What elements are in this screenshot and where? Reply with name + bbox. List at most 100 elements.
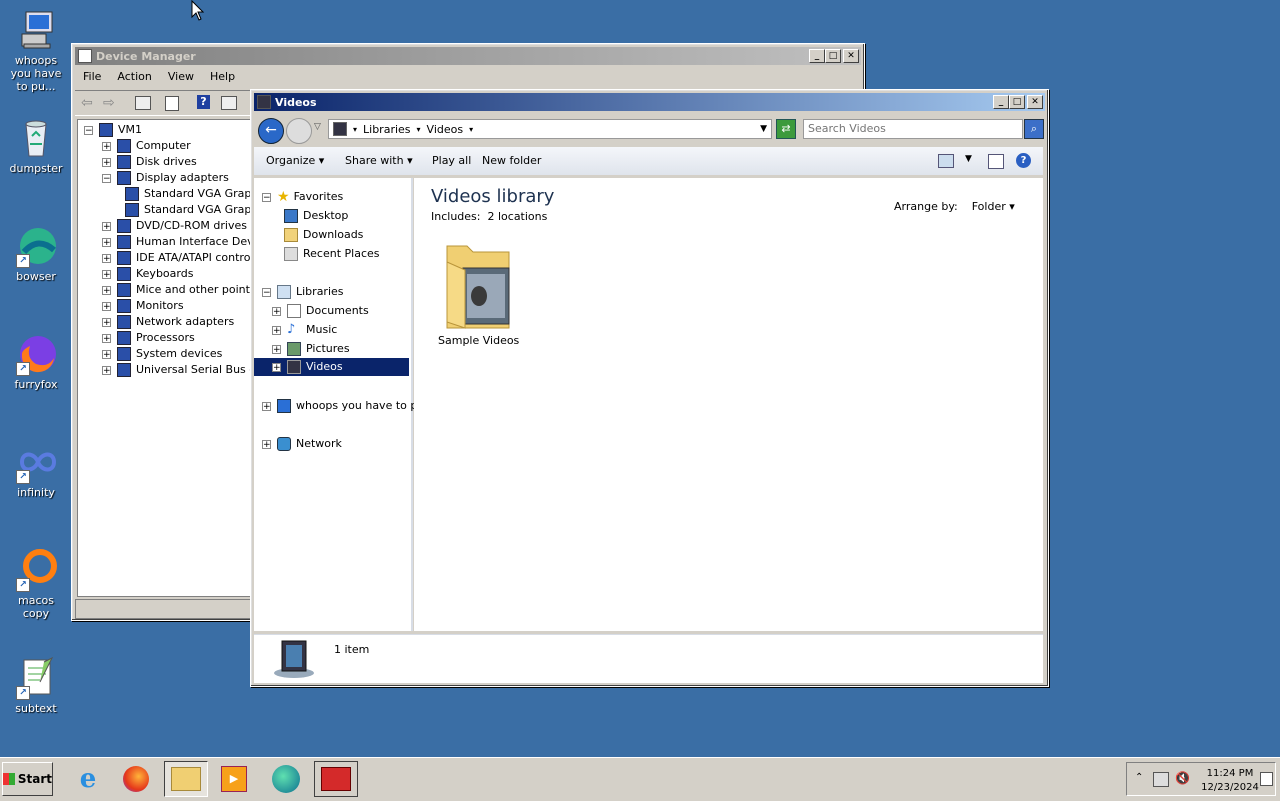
nav-network[interactable]: + Network xyxy=(262,435,342,453)
view-dropdown-icon[interactable]: ▼ xyxy=(965,154,972,164)
tree-item[interactable]: + Monitors xyxy=(102,298,184,314)
expand-icon[interactable]: + xyxy=(102,365,111,375)
folder-item-sample-videos[interactable]: Sample Videos xyxy=(438,238,519,347)
expand-icon[interactable]: + xyxy=(262,401,271,411)
expand-icon[interactable]: + xyxy=(102,333,111,343)
nav-documents[interactable]: + Documents xyxy=(272,302,369,320)
search-box[interactable] xyxy=(803,119,1023,139)
tree-item[interactable]: + Universal Serial Bus cor xyxy=(102,362,258,378)
tree-item[interactable]: + System devices xyxy=(102,346,222,362)
back-button[interactable]: ← xyxy=(258,118,284,144)
desktop-icon-bowser[interactable]: ↗ bowser xyxy=(4,224,68,283)
view-icon[interactable] xyxy=(221,96,237,110)
includes-locations-link[interactable]: 2 locations xyxy=(487,210,547,223)
tree-item[interactable]: + Mice and other pointing xyxy=(102,282,258,298)
nav-downloads[interactable]: Downloads xyxy=(284,226,363,244)
close-button[interactable]: ✕ xyxy=(843,49,859,63)
expand-icon[interactable]: + xyxy=(272,344,281,354)
nav-libraries[interactable]: − Libraries xyxy=(262,283,344,301)
explorer-window[interactable]: Videos _ □ ✕ ← ▽ ▾ Libraries ▾ Videos ▾ … xyxy=(250,89,1049,687)
preview-pane-icon[interactable] xyxy=(988,154,1004,169)
nav-pictures[interactable]: + Pictures xyxy=(272,340,350,358)
close-button[interactable]: ✕ xyxy=(1027,95,1043,109)
nav-videos-selected[interactable]: + Videos xyxy=(254,358,409,376)
expand-icon[interactable]: + xyxy=(102,141,111,151)
desktop-icon-dumpster[interactable]: dumpster xyxy=(4,116,68,175)
expand-icon[interactable]: + xyxy=(102,253,111,263)
menu-file[interactable]: File xyxy=(75,68,109,86)
breadcrumb-videos[interactable]: Videos xyxy=(427,123,464,136)
clock[interactable]: 11:24 PM 12/23/2024 xyxy=(1197,767,1263,795)
arrange-by-dropdown[interactable]: Folder ▾ xyxy=(972,200,1015,213)
back-icon[interactable]: ⇦ xyxy=(81,95,93,111)
action-center-icon[interactable] xyxy=(1260,772,1273,786)
tree-item[interactable]: Standard VGA Grap xyxy=(122,202,251,218)
breadcrumb-libraries[interactable]: Libraries xyxy=(363,123,411,136)
search-input[interactable] xyxy=(804,120,1020,136)
minimize-button[interactable]: _ xyxy=(809,49,825,63)
address-bar[interactable]: ▾ Libraries ▾ Videos ▾ ▼ xyxy=(328,119,772,139)
volume-muted-icon[interactable]: 🔇 xyxy=(1175,771,1190,785)
forward-icon[interactable]: ⇨ xyxy=(103,95,115,111)
minimize-button[interactable]: _ xyxy=(993,95,1009,109)
menu-view[interactable]: View xyxy=(160,68,202,86)
maximize-button[interactable]: □ xyxy=(825,49,841,63)
desktop-icon-infinity[interactable]: ↗ infinity xyxy=(4,440,68,499)
taskbar-ie[interactable]: e xyxy=(66,761,110,797)
network-tray-icon[interactable] xyxy=(1153,772,1169,787)
taskbar-media-player[interactable]: ▶ xyxy=(212,761,256,797)
nav-favorites[interactable]: − ★ Favorites xyxy=(262,188,343,206)
search-icon[interactable]: ⌕ xyxy=(1024,119,1044,139)
expand-icon[interactable]: + xyxy=(262,439,271,449)
refresh-button[interactable]: ⇄ xyxy=(776,119,796,139)
help-icon[interactable]: ? xyxy=(1016,153,1031,168)
tree-item[interactable]: + DVD/CD-ROM drives xyxy=(102,218,247,234)
help-icon[interactable]: ? xyxy=(197,95,210,109)
start-button[interactable]: Start xyxy=(2,762,53,796)
expand-icon[interactable]: + xyxy=(102,285,111,295)
expand-icon[interactable]: + xyxy=(102,237,111,247)
desktop-icon-computer[interactable]: whoops you have to pu... xyxy=(4,8,68,93)
play-all-button[interactable]: Play all xyxy=(432,147,471,175)
collapse-icon[interactable]: − xyxy=(102,173,111,183)
tree-item[interactable]: + Keyboards xyxy=(102,266,193,282)
nav-desktop[interactable]: Desktop xyxy=(284,207,348,225)
share-with-button[interactable]: Share with ▾ xyxy=(345,147,413,175)
explorer-titlebar[interactable]: Videos _ □ ✕ xyxy=(254,93,1045,111)
expand-icon[interactable]: + xyxy=(102,221,111,231)
nav-recent-places[interactable]: Recent Places xyxy=(284,245,380,263)
organize-button[interactable]: Organize ▾ xyxy=(266,147,324,175)
taskbar-firefox[interactable] xyxy=(114,761,158,797)
menu-help[interactable]: Help xyxy=(202,68,243,86)
desktop-icon-furryfox[interactable]: ↗ furryfox xyxy=(4,332,68,391)
show-hide-tree-icon[interactable] xyxy=(135,96,151,110)
collapse-icon[interactable]: − xyxy=(262,287,271,297)
collapse-icon[interactable]: − xyxy=(84,125,93,135)
change-view-icon[interactable] xyxy=(938,154,954,168)
nav-computer[interactable]: + whoops you have to put xyxy=(262,397,429,415)
taskbar-explorer[interactable] xyxy=(164,761,208,797)
expand-icon[interactable]: + xyxy=(272,325,281,335)
expand-icon[interactable]: + xyxy=(102,317,111,327)
taskbar-toolbox[interactable] xyxy=(314,761,358,797)
expand-icon[interactable]: + xyxy=(272,306,281,316)
tree-root-vm1[interactable]: − VM1 xyxy=(84,122,142,138)
tree-item[interactable]: + IDE ATA/ATAPI controll xyxy=(102,250,257,266)
recent-pages-chevron-icon[interactable]: ▽ xyxy=(314,122,321,132)
nav-music[interactable]: + ♪ Music xyxy=(272,321,337,339)
properties-icon[interactable] xyxy=(165,96,179,111)
desktop-icon-subtext[interactable]: ↗ subtext xyxy=(4,656,68,715)
tree-item[interactable]: + Processors xyxy=(102,330,195,346)
tree-item[interactable]: + Computer xyxy=(102,138,191,154)
expand-icon[interactable]: + xyxy=(102,349,111,359)
forward-button[interactable] xyxy=(286,118,312,144)
taskbar-edge[interactable] xyxy=(264,761,308,797)
expand-icon[interactable]: + xyxy=(102,157,111,167)
tree-item[interactable]: + Network adapters xyxy=(102,314,234,330)
tree-item[interactable]: Standard VGA Grap xyxy=(122,186,251,202)
desktop-icon-macos-copy[interactable]: ↗ macos copy xyxy=(4,548,68,620)
address-dropdown-icon[interactable]: ▼ xyxy=(760,124,767,134)
expand-icon[interactable]: + xyxy=(102,301,111,311)
tree-item[interactable]: + Disk drives xyxy=(102,154,197,170)
show-hidden-icons-icon[interactable]: ⌃ xyxy=(1135,772,1143,783)
